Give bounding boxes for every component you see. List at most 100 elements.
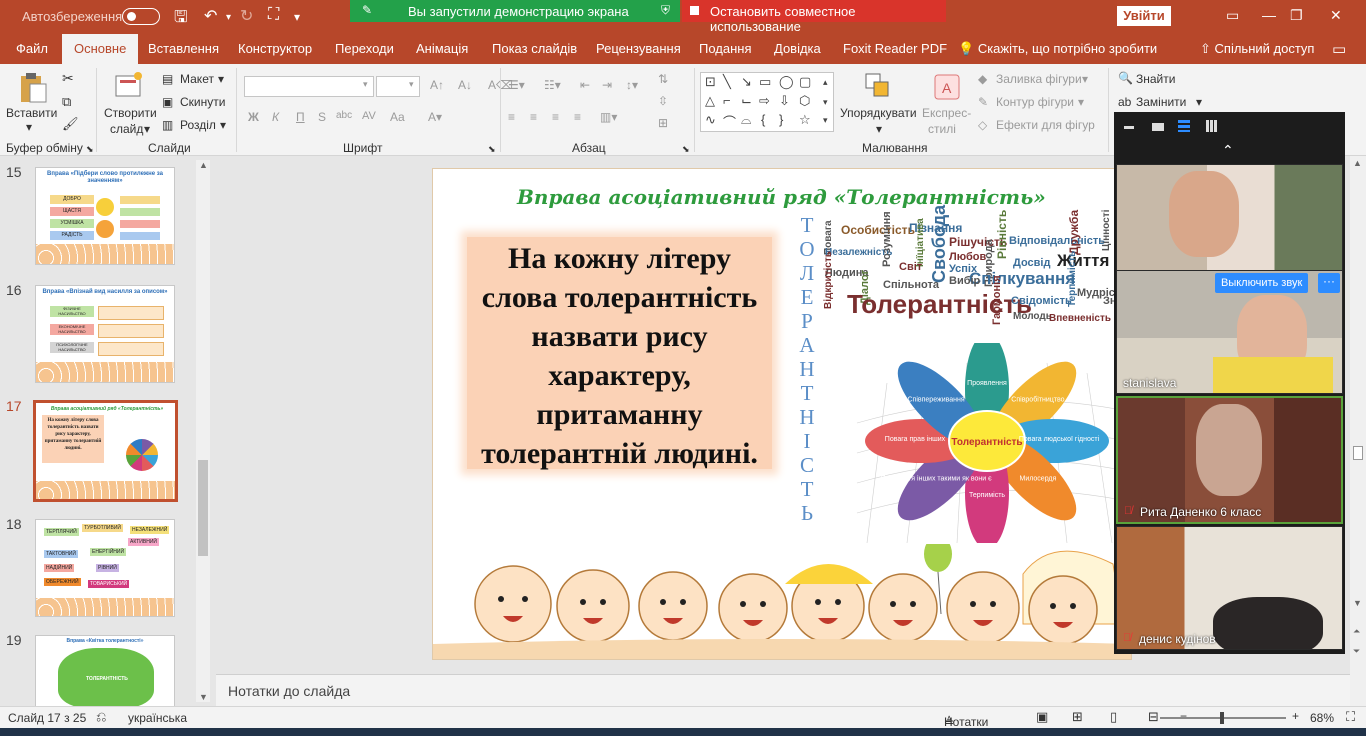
font-launcher-icon[interactable]: ⬊ bbox=[488, 144, 496, 155]
gallery-view-icon[interactable] bbox=[1206, 120, 1218, 132]
scroll-down-icon[interactable]: ▼ bbox=[1353, 598, 1362, 608]
hexagon-shape-icon[interactable]: ⬡ bbox=[799, 93, 810, 109]
language-indicator[interactable]: українська bbox=[128, 711, 187, 725]
replace-icon[interactable]: ab bbox=[1118, 95, 1131, 109]
tab-transitions[interactable]: Переходи bbox=[335, 34, 394, 64]
layout-button[interactable]: Макет bbox=[180, 72, 214, 86]
participant-tile-active[interactable]: 🎙̸ Рита Даненко 6 класс bbox=[1116, 396, 1343, 524]
participant-tile[interactable]: 🎙̸ денис кудінов bbox=[1116, 526, 1343, 650]
clipboard-launcher-icon[interactable]: ⬊ bbox=[86, 144, 94, 155]
arrange-dropdown-icon[interactable]: ▾ bbox=[876, 122, 882, 136]
minimize-icon[interactable]: — bbox=[1262, 7, 1276, 23]
connector-shape-icon[interactable]: ⌐ bbox=[723, 93, 731, 108]
triangle-shape-icon[interactable]: △ bbox=[705, 93, 715, 109]
slide-thumbnail-16[interactable]: Вправа «Впізнай вид насилля за описом» Ф… bbox=[35, 285, 175, 383]
save-icon[interactable]: 🖫 bbox=[174, 6, 188, 33]
new-slide-icon[interactable] bbox=[114, 70, 144, 100]
textbox-shape-icon[interactable]: ⊡ bbox=[705, 74, 716, 90]
new-slide-dropdown-icon[interactable]: ▾ bbox=[144, 122, 150, 136]
cut-icon[interactable]: ✂ bbox=[62, 70, 74, 87]
slide-thumbnail-15[interactable]: Вправа «Підбери слово протилежне за знач… bbox=[35, 167, 175, 265]
freeform-shape-icon[interactable]: ⌓ bbox=[741, 112, 751, 128]
slide-thumbnail-18[interactable]: ТЕРПЛЯЧИЙ ТУРБОТЛИВИЙ НЕЗАЛЕЖНИЙ АКТИВНИ… bbox=[35, 519, 175, 617]
down-arrow-shape-icon[interactable]: ⇩ bbox=[779, 93, 790, 109]
ribbon-display-options-icon[interactable]: ▭ bbox=[1226, 7, 1239, 24]
curve-shape-icon[interactable]: ∿ bbox=[705, 112, 716, 128]
tab-insert[interactable]: Вставлення bbox=[148, 34, 219, 64]
spellcheck-icon[interactable]: ⎌ bbox=[96, 709, 106, 725]
hide-video-icon[interactable] bbox=[1152, 123, 1164, 131]
star-shape-icon[interactable]: ☆ bbox=[799, 112, 811, 128]
paste-button[interactable]: Вставити bbox=[6, 106, 57, 120]
layout-dropdown-icon[interactable]: ▾ bbox=[218, 72, 224, 86]
brace-right-shape-icon[interactable]: } bbox=[779, 112, 783, 127]
gallery-up-icon[interactable]: ▴ bbox=[823, 77, 828, 88]
reading-view-icon[interactable]: ▯ bbox=[1110, 709, 1117, 725]
copy-icon[interactable]: ⧉ bbox=[62, 94, 71, 110]
scroll-up-icon[interactable]: ▲ bbox=[199, 160, 208, 170]
paste-icon[interactable] bbox=[18, 72, 48, 103]
arrange-icon[interactable] bbox=[864, 72, 894, 102]
fit-slide-icon[interactable]: ⛶ bbox=[1346, 709, 1355, 725]
arc-shape-icon[interactable]: ⌒ bbox=[723, 112, 736, 131]
slide-scroll-thumb[interactable] bbox=[1353, 446, 1363, 460]
rounded-rect-shape-icon[interactable]: ▢ bbox=[799, 74, 811, 90]
vertical-word-tolerance[interactable]: ТОЛЕРАНТНІСТЬ bbox=[797, 213, 817, 525]
scroll-down-icon[interactable]: ▼ bbox=[199, 692, 208, 702]
undo-icon[interactable]: ↶ bbox=[204, 6, 217, 26]
rectangle-shape-icon[interactable]: ▭ bbox=[759, 74, 771, 90]
start-slideshow-icon[interactable]: ⛶ bbox=[268, 6, 279, 24]
zoom-out-icon[interactable]: − bbox=[1180, 709, 1187, 723]
zoom-level[interactable]: 68% bbox=[1310, 711, 1334, 725]
line-shape-icon[interactable]: ╲ bbox=[723, 74, 731, 90]
oval-shape-icon[interactable]: ◯ bbox=[779, 74, 794, 90]
more-options-button[interactable]: ··· bbox=[1318, 273, 1340, 293]
slide-title[interactable]: Вправа асоціативний ряд «Толерантність» bbox=[517, 185, 1046, 209]
right-arrow-shape-icon[interactable]: ⇨ bbox=[759, 93, 770, 109]
close-icon[interactable]: ✕ bbox=[1330, 7, 1342, 24]
new-slide-button-2[interactable]: слайд bbox=[110, 122, 143, 136]
next-slide-icon[interactable]: ⏷ bbox=[1353, 646, 1360, 657]
notes-pane[interactable]: Нотатки до слайда bbox=[216, 674, 1350, 706]
tab-review[interactable]: Рецензування bbox=[596, 34, 681, 64]
shapes-gallery[interactable]: ⊡ ╲ ↘ ▭ ◯ ▢ △ ⌐ ⌙ ⇨ ⇩ ⬡ ∿ ⌒ ⌓ { } ☆ ▴ ▾ … bbox=[700, 72, 834, 132]
slideshow-view-icon[interactable]: ⊟ bbox=[1148, 709, 1159, 725]
stop-share-button[interactable]: Остановить совместное использование bbox=[682, 0, 946, 34]
zoom-slider-knob[interactable] bbox=[1220, 712, 1224, 724]
gallery-down-icon[interactable]: ▾ bbox=[823, 97, 828, 108]
undo-dropdown-icon[interactable]: ▾ bbox=[226, 12, 231, 23]
share-button[interactable]: ⇧ Спільний доступ bbox=[1200, 34, 1314, 64]
elbow-shape-icon[interactable]: ⌙ bbox=[741, 93, 752, 109]
pin-icon[interactable]: ✎ bbox=[362, 3, 372, 17]
section-button[interactable]: Розділ bbox=[180, 118, 216, 132]
scroll-up-chevron-icon[interactable]: ⌃ bbox=[1222, 142, 1234, 159]
speaker-view-icon[interactable] bbox=[1178, 120, 1190, 132]
previous-slide-icon[interactable]: ⏶ bbox=[1353, 626, 1360, 637]
restore-icon[interactable]: ❐ bbox=[1290, 7, 1303, 24]
font-family-combo[interactable] bbox=[244, 76, 374, 97]
zoom-in-icon[interactable]: + bbox=[1292, 709, 1299, 723]
paragraph-launcher-icon[interactable]: ⬊ bbox=[682, 144, 690, 155]
tab-foxit[interactable]: Foxit Reader PDF bbox=[843, 34, 947, 64]
comments-icon[interactable]: ▭ bbox=[1332, 40, 1346, 58]
tab-home[interactable]: Основне bbox=[62, 34, 139, 64]
tab-animations[interactable]: Анімація bbox=[416, 34, 468, 64]
tab-slideshow[interactable]: Показ слайдів bbox=[492, 34, 577, 64]
minimize-video-icon[interactable] bbox=[1124, 126, 1134, 129]
find-icon[interactable]: 🔍 bbox=[1118, 71, 1133, 85]
brace-left-shape-icon[interactable]: { bbox=[761, 112, 765, 127]
replace-dropdown-icon[interactable]: ▾ bbox=[1196, 95, 1202, 109]
tab-view[interactable]: Подання bbox=[699, 34, 752, 64]
format-painter-icon[interactable]: 🖌 bbox=[62, 116, 79, 132]
slide-scrollbar[interactable]: ▲ ▼ ⏶ ⏷ bbox=[1350, 156, 1366, 706]
font-family-dropdown-icon[interactable]: ▾ bbox=[363, 79, 368, 90]
sign-in-button[interactable]: Увійти bbox=[1117, 6, 1171, 26]
find-button[interactable]: Знайти bbox=[1136, 72, 1175, 86]
arrow-line-shape-icon[interactable]: ↘ bbox=[741, 74, 752, 90]
slide-thumbnail-19[interactable]: Вправа «Квітка толерантності» ТОЛЕРАНТНІ… bbox=[35, 635, 175, 707]
tell-me-box[interactable]: 💡 Скажіть, що потрібно зробити bbox=[958, 34, 1157, 64]
autosave-toggle[interactable] bbox=[122, 8, 160, 25]
mute-participant-button[interactable]: Выключить звук bbox=[1215, 273, 1309, 293]
slide-thumbnail-17[interactable]: Вправа асоціативний ряд «Толерантність» … bbox=[33, 400, 178, 502]
customize-qat-icon[interactable]: ▾ bbox=[294, 10, 300, 24]
